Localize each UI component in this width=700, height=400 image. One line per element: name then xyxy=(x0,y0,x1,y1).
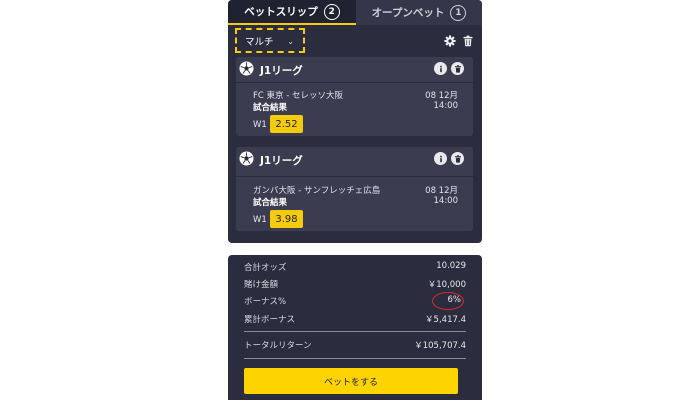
remove-bet-button[interactable] xyxy=(451,62,464,75)
tab-openbets-count-badge: 1 xyxy=(450,4,467,21)
gear-icon[interactable] xyxy=(444,35,456,47)
tab-betslip-count-badge: 2 xyxy=(323,3,340,20)
divider xyxy=(236,176,473,177)
highlight-circle xyxy=(432,292,464,310)
match-name: ガンバ大阪 - サンフレッチェ広島 xyxy=(253,186,381,196)
trash-icon xyxy=(454,154,461,163)
betslip-panel: ベットスリップ 2 オープンベット 1 マルチ ⌄ J1リーグ FC 東京 - … xyxy=(228,0,482,243)
odds-badge[interactable]: 2.52 xyxy=(270,115,303,133)
total-bonus-label: 累計ボーナス xyxy=(244,315,296,325)
tab-openbets-label: オープンベット xyxy=(371,7,445,19)
tab-betslip[interactable]: ベットスリップ 2 xyxy=(228,0,356,25)
bet-summary-panel: 合計オッズ 10.029 賭け金額 ￥10,000 ボーナス% 6% 累計ボーナ… xyxy=(228,255,482,400)
match-date: 08 12月 xyxy=(425,186,458,196)
selection-label: W1 xyxy=(253,120,267,130)
bet-card-header: J1リーグ xyxy=(236,57,473,82)
remove-bet-button[interactable] xyxy=(451,152,464,165)
bet-card: J1リーグ ガンバ大阪 - サンフレッチェ広島 試合結果 08 12月 14:0… xyxy=(236,147,473,231)
odds-badge[interactable]: 3.98 xyxy=(270,210,303,228)
total-bonus-row: 累計ボーナス ￥5,417.4 xyxy=(244,313,466,327)
match-time: 14:00 xyxy=(433,101,459,111)
soccer-ball-icon xyxy=(239,61,254,76)
divider xyxy=(236,82,473,83)
market-name: 試合結果 xyxy=(253,198,288,208)
stake-label: 賭け金額 xyxy=(244,280,279,290)
match-date: 08 12月 xyxy=(425,91,458,101)
info-button[interactable] xyxy=(434,152,447,165)
info-icon xyxy=(439,65,442,72)
league-name: J1リーグ xyxy=(260,65,303,77)
total-bonus-value: ￥5,417.4 xyxy=(425,315,466,325)
total-odds-value: 10.029 xyxy=(436,261,466,271)
info-button[interactable] xyxy=(434,62,447,75)
info-icon xyxy=(439,155,442,162)
chevron-down-icon: ⌄ xyxy=(287,37,294,46)
divider xyxy=(244,358,466,359)
betslip-tabs: ベットスリップ 2 オープンベット 1 xyxy=(228,0,482,25)
total-return-value: ￥105,707.4 xyxy=(414,341,466,351)
bet-type-select[interactable]: マルチ ⌄ xyxy=(235,28,305,53)
total-odds-row: 合計オッズ 10.029 xyxy=(244,261,466,275)
stake-row: 賭け金額 ￥10,000 xyxy=(244,278,466,292)
tab-betslip-label: ベットスリップ xyxy=(244,6,318,18)
betslip-toolbar: マルチ ⌄ xyxy=(228,26,482,57)
match-name: FC 東京 - セレッソ大阪 xyxy=(253,91,343,101)
soccer-ball-icon xyxy=(239,151,254,166)
selection-label: W1 xyxy=(253,215,267,225)
bet-type-value: マルチ xyxy=(245,36,274,48)
total-odds-label: 合計オッズ xyxy=(244,263,287,273)
bonus-percent-label: ボーナス% xyxy=(244,297,287,307)
tab-openbets[interactable]: オープンベット 1 xyxy=(356,0,482,25)
place-bet-button[interactable]: ベットをする xyxy=(244,368,458,394)
total-return-label: トータルリターン xyxy=(244,341,312,351)
trash-icon[interactable] xyxy=(462,35,474,47)
match-time: 14:00 xyxy=(433,196,459,206)
market-name: 試合結果 xyxy=(253,103,288,113)
trash-icon xyxy=(454,64,461,73)
stake-value: ￥10,000 xyxy=(427,280,466,290)
league-name: J1リーグ xyxy=(260,155,303,167)
bet-card: J1リーグ FC 東京 - セレッソ大阪 試合結果 08 12月 14:00 W… xyxy=(236,57,473,136)
divider xyxy=(244,331,466,332)
bet-card-header: J1リーグ xyxy=(236,147,473,172)
total-return-row: トータルリターン ￥105,707.4 xyxy=(244,339,466,353)
